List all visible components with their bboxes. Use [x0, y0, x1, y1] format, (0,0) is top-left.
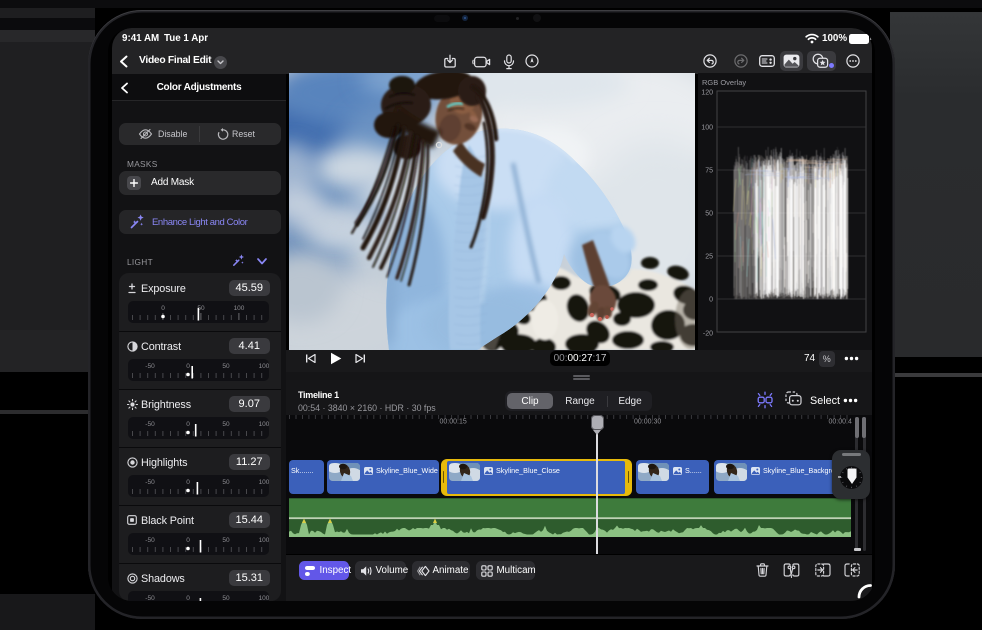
svg-text:50: 50	[222, 421, 230, 428]
svg-text:50: 50	[222, 595, 230, 601]
svg-text:50: 50	[222, 479, 230, 486]
svg-text:-50: -50	[145, 479, 155, 486]
svg-text:120: 120	[701, 90, 713, 97]
svg-text:100: 100	[701, 125, 713, 132]
svg-text:-20: -20	[703, 331, 713, 338]
svg-text:50: 50	[222, 363, 230, 370]
svg-text:00:00:30: 00:00:30	[634, 419, 661, 426]
svg-text:-50: -50	[145, 595, 155, 601]
svg-text:75: 75	[705, 168, 713, 175]
svg-text:0: 0	[709, 297, 713, 304]
svg-text:0: 0	[186, 595, 190, 601]
svg-text:100: 100	[259, 421, 269, 428]
svg-text:50: 50	[705, 211, 713, 218]
svg-text:0: 0	[186, 363, 190, 370]
svg-text:0: 0	[186, 537, 190, 544]
svg-text:100: 100	[259, 363, 269, 370]
svg-text:0: 0	[186, 421, 190, 428]
svg-text:-50: -50	[145, 363, 155, 370]
svg-text:-50: -50	[145, 537, 155, 544]
svg-text:0: 0	[161, 305, 165, 312]
svg-text:50: 50	[222, 537, 230, 544]
svg-text:-50: -50	[145, 421, 155, 428]
svg-text:100: 100	[259, 595, 269, 601]
svg-text:100: 100	[259, 537, 269, 544]
svg-text:25: 25	[705, 254, 713, 261]
svg-text:00:00:15: 00:00:15	[440, 419, 467, 426]
svg-text:100: 100	[234, 305, 245, 312]
svg-text:100: 100	[259, 479, 269, 486]
svg-text:0: 0	[186, 479, 190, 486]
